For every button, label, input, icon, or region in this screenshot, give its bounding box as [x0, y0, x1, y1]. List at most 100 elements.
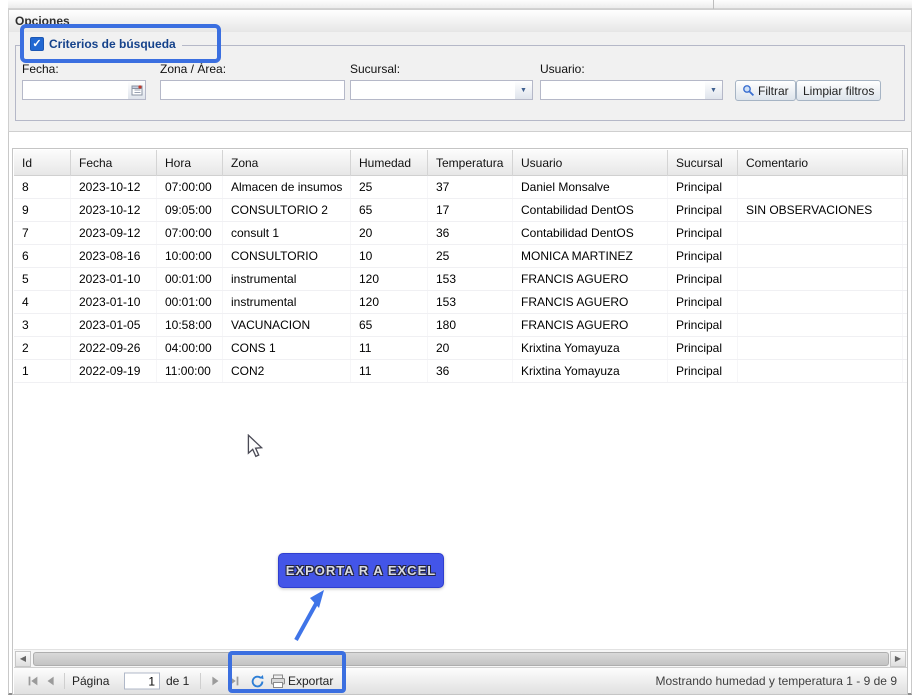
last-page-button[interactable] [225, 672, 243, 690]
panel-title: Opciones [15, 14, 70, 28]
refresh-icon [250, 674, 265, 689]
table-row[interactable]: 42023-01-1000:01:00instrumental120153FRA… [14, 291, 907, 314]
next-page-button[interactable] [206, 672, 224, 690]
table-cell [738, 176, 903, 198]
exportar-link[interactable]: Exportar [288, 674, 333, 688]
table-cell: Principal [668, 291, 738, 313]
table-cell: 2023-10-12 [71, 199, 157, 221]
fecha-label: Fecha: [22, 62, 59, 76]
column-header-temperatura[interactable]: Temperatura [428, 150, 513, 176]
table-cell: instrumental [223, 268, 351, 290]
column-header-comentario[interactable]: Comentario [738, 150, 903, 176]
sucursal-combo-input[interactable] [350, 80, 516, 100]
grid-header: IdFechaHoraZonaHumedadTemperaturaUsuario… [14, 150, 907, 176]
table-cell: FRANCIS AGUERO [513, 268, 668, 290]
table-cell: 3 [14, 314, 71, 336]
app-window: Opciones ✓ Criterios de búsqueda Fecha: … [0, 0, 920, 697]
search-criteria-checkbox[interactable]: ✓ [30, 37, 44, 51]
first-page-button[interactable] [24, 672, 42, 690]
table-cell: 1 [14, 360, 71, 382]
table-cell: 20 [428, 337, 513, 359]
table-cell: 2023-01-10 [71, 268, 157, 290]
page-of-label: de 1 [166, 674, 189, 688]
refresh-button[interactable] [248, 672, 266, 690]
table-cell: 20 [351, 222, 428, 244]
table-row[interactable]: 72023-09-1207:00:00consult 12036Contabil… [14, 222, 907, 245]
limpiar-filtros-button[interactable]: Limpiar filtros [796, 80, 881, 101]
scroll-right-button[interactable]: ▶ [890, 651, 906, 667]
column-header-hora[interactable]: Hora [157, 150, 223, 176]
table-cell: 04:00:00 [157, 337, 223, 359]
table-cell: 2023-08-16 [71, 245, 157, 267]
table-cell: 180 [428, 314, 513, 336]
results-grid: IdFechaHoraZonaHumedadTemperaturaUsuario… [12, 148, 908, 695]
print-export-button[interactable] [269, 672, 287, 690]
column-header-id[interactable]: Id [14, 150, 71, 176]
table-row[interactable]: 32023-01-0510:58:00VACUNACION65180FRANCI… [14, 314, 907, 337]
table-cell: 11 [351, 360, 428, 382]
table-cell: 36 [428, 360, 513, 382]
table-cell: 2022-09-26 [71, 337, 157, 359]
table-cell: Principal [668, 337, 738, 359]
table-cell: CONSULTORIO [223, 245, 351, 267]
table-cell: 10 [351, 245, 428, 267]
search-criteria-legend-label: Criterios de búsqueda [49, 37, 176, 51]
column-header-zona[interactable]: Zona [223, 150, 351, 176]
table-cell: FRANCIS AGUERO [513, 291, 668, 313]
opciones-panel: Opciones ✓ Criterios de búsqueda [8, 9, 912, 132]
prev-page-button[interactable] [42, 672, 60, 690]
zona-input[interactable] [160, 80, 345, 100]
table-cell: 2023-09-12 [71, 222, 157, 244]
table-row[interactable]: 22022-09-2604:00:00CONS 11120Krixtina Yo… [14, 337, 907, 360]
scrollbar-thumb[interactable] [33, 652, 889, 666]
fecha-datepicker-trigger[interactable] [128, 80, 146, 100]
table-cell: 2023-10-12 [71, 176, 157, 198]
table-cell: 5 [14, 268, 71, 290]
column-header-usuario[interactable]: Usuario [513, 150, 668, 176]
table-row[interactable]: 52023-01-1000:01:00instrumental120153FRA… [14, 268, 907, 291]
page-label: Página [72, 674, 109, 688]
search-criteria-legend: ✓ Criterios de búsqueda [24, 37, 182, 51]
horizontal-scrollbar[interactable]: ◀ ▶ [14, 649, 907, 667]
table-cell: SIN OBSERVACIONES [738, 199, 903, 221]
table-cell: CON2 [223, 360, 351, 382]
table-cell: Principal [668, 176, 738, 198]
table-cell: 00:01:00 [157, 268, 223, 290]
table-cell: CONS 1 [223, 337, 351, 359]
table-cell [738, 245, 903, 267]
table-cell: Almacen de insumos [223, 176, 351, 198]
table-cell: instrumental [223, 291, 351, 313]
table-cell: VACUNACION [223, 314, 351, 336]
table-cell: 2023-01-10 [71, 291, 157, 313]
usuario-dropdown-trigger[interactable]: ▼ [705, 80, 723, 100]
table-cell [738, 337, 903, 359]
table-row[interactable]: 92023-10-1209:05:00CONSULTORIO 26517Cont… [14, 199, 907, 222]
column-header-sucursal[interactable]: Sucursal [668, 150, 738, 176]
toolbar-separator [64, 673, 65, 689]
table-row[interactable]: 12022-09-1911:00:00CON21136Krixtina Yoma… [14, 360, 907, 383]
toolbar-divider [713, 0, 714, 9]
table-cell: MONICA MARTINEZ [513, 245, 668, 267]
table-row[interactable]: 82023-10-1207:00:00Almacen de insumos253… [14, 176, 907, 199]
scroll-left-icon: ◀ [20, 654, 26, 663]
fecha-input[interactable] [22, 80, 129, 100]
scroll-left-button[interactable]: ◀ [15, 651, 31, 667]
table-row[interactable]: 62023-08-1610:00:00CONSULTORIO1025MONICA… [14, 245, 907, 268]
usuario-combo-input[interactable] [540, 80, 706, 100]
table-cell: 65 [351, 199, 428, 221]
column-header-fecha[interactable]: Fecha [71, 150, 157, 176]
table-cell: 07:00:00 [157, 176, 223, 198]
table-cell: 00:01:00 [157, 291, 223, 313]
table-cell: FRANCIS AGUERO [513, 314, 668, 336]
status-text: Mostrando humedad y temperatura 1 - 9 de… [656, 674, 897, 688]
filtrar-button[interactable]: Filtrar [735, 80, 796, 101]
table-cell: 120 [351, 291, 428, 313]
table-cell: 2022-09-19 [71, 360, 157, 382]
table-cell: 10:58:00 [157, 314, 223, 336]
sucursal-dropdown-trigger[interactable]: ▼ [515, 80, 533, 100]
column-header-humedad[interactable]: Humedad [351, 150, 428, 176]
table-cell: Krixtina Yomayuza [513, 360, 668, 382]
table-cell: 153 [428, 268, 513, 290]
page-number-input[interactable] [124, 673, 160, 690]
table-cell [738, 360, 903, 382]
